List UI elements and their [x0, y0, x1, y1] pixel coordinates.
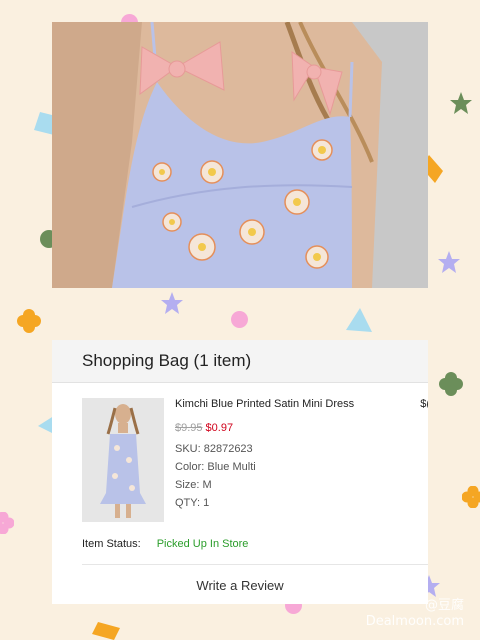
- item-sku: SKU: 82872623: [175, 443, 253, 455]
- item-qty: QTY: 1: [175, 497, 210, 509]
- shopping-bag-card: Shopping Bag (1 item) Kimchi Blue Printe…: [52, 340, 428, 604]
- write-review-link[interactable]: Write a Review: [52, 578, 428, 593]
- green-star-confetti: [450, 92, 472, 114]
- product-thumbnail[interactable]: [82, 398, 164, 522]
- green-flower-confetti: [439, 372, 463, 396]
- sale-price: $0.97: [205, 422, 234, 434]
- orange-diamond-confetti: [92, 622, 120, 640]
- item-color: Color: Blue Multi: [175, 461, 256, 473]
- orange-flower-confetti: [17, 309, 41, 333]
- item-details: Kimchi Blue Printed Satin Mini Dress $9.…: [175, 398, 428, 512]
- item-total-price: $(: [420, 398, 428, 410]
- watermark-handle: @豆腐: [424, 598, 464, 613]
- pink-dot-confetti: [231, 311, 248, 328]
- bag-item: Kimchi Blue Printed Satin Mini Dress $9.…: [82, 398, 428, 522]
- item-status-label: Item Status:: [82, 538, 141, 550]
- shopping-bag-title: Shopping Bag (1 item): [82, 351, 252, 370]
- watermark-site: Dealmoon.com: [365, 614, 464, 629]
- pink-flower-confetti: [0, 512, 14, 534]
- item-name-link[interactable]: Kimchi Blue Printed Satin Mini Dress: [175, 398, 428, 410]
- shopping-bag-header: Shopping Bag (1 item): [52, 340, 428, 383]
- item-size: Size: M: [175, 479, 212, 491]
- watermark: @豆腐 Dealmoon.com: [366, 598, 464, 630]
- purple-star-confetti: [438, 251, 460, 273]
- product-photo: [52, 22, 428, 288]
- item-status-value: Picked Up In Store: [156, 538, 249, 550]
- divider: [82, 564, 428, 565]
- price-line: $9.95 $0.97: [175, 422, 428, 434]
- blue-triangle-confetti: [346, 308, 372, 332]
- purple-star-confetti: [161, 292, 183, 314]
- orange-flower-confetti: [462, 486, 480, 508]
- item-status: Item Status: Picked Up In Store: [82, 538, 248, 550]
- original-price: $9.95: [175, 422, 203, 434]
